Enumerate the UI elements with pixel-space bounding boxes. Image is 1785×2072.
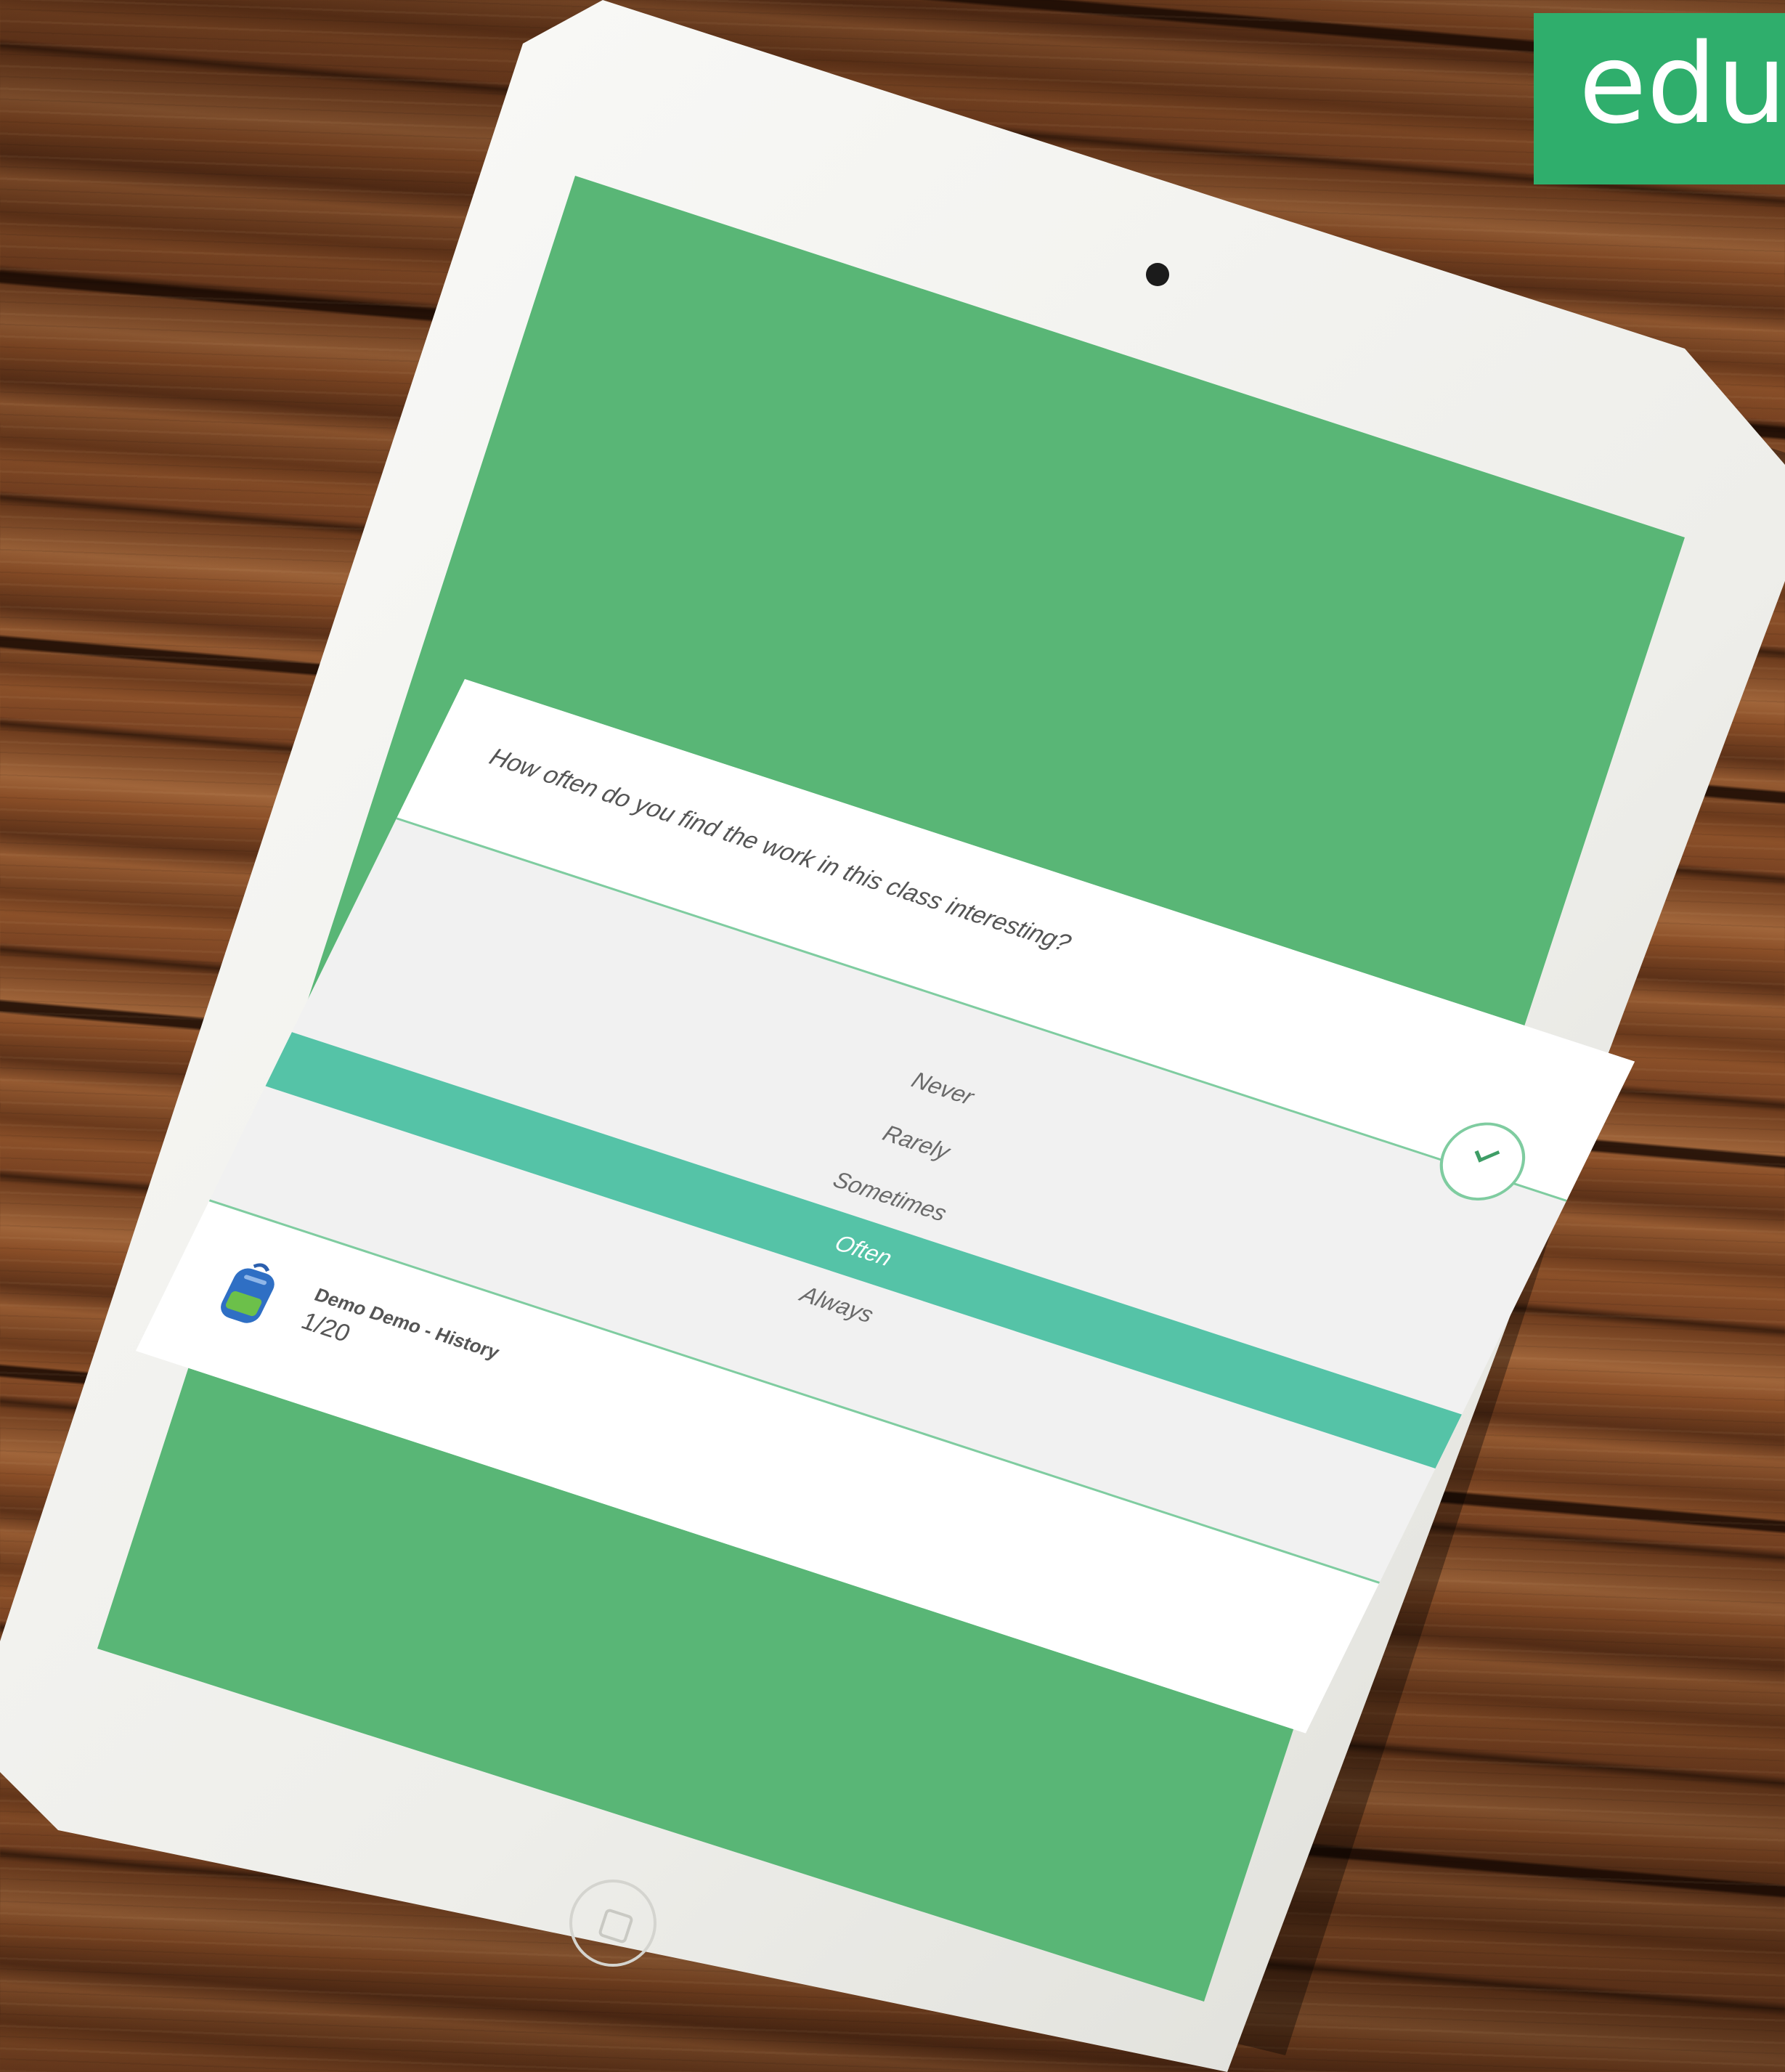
front-camera-icon — [1146, 263, 1169, 286]
backpack-icon — [221, 1263, 275, 1323]
home-button[interactable] — [569, 1880, 656, 1967]
checkmark-icon — [1474, 1142, 1500, 1163]
brand-badge: edur — [1534, 13, 1785, 184]
brand-logo-text: edur — [1579, 20, 1785, 148]
home-square-icon — [597, 1907, 635, 1945]
